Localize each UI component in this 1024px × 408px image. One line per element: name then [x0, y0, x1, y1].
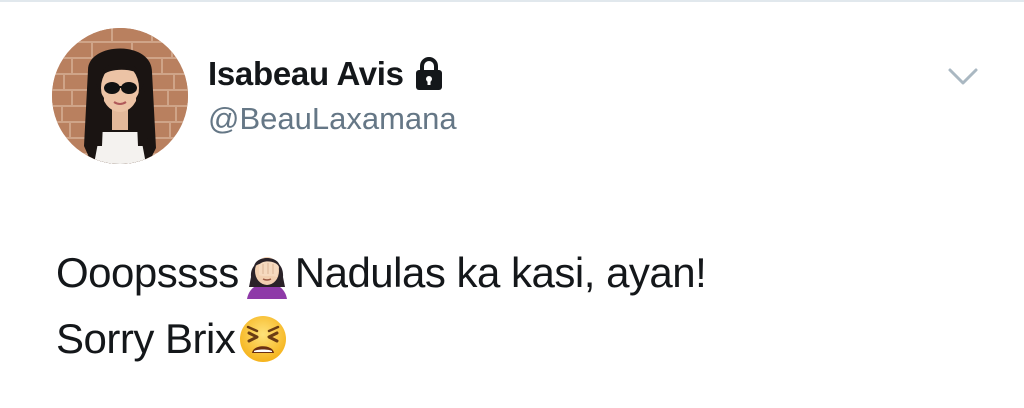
- tweet-text-segment: Nadulas ka kasi, ayan!: [294, 249, 707, 296]
- tweet-text-line: Sorry Brix: [56, 306, 996, 372]
- tweet-card: Isabeau Avis @BeauLaxamana Ooopssss Nadu…: [0, 0, 1024, 408]
- tired-face-emoji-icon: [237, 313, 289, 365]
- author-avatar[interactable]: [52, 28, 188, 164]
- tweet-text: Ooopssss Nadulas ka kasi, ayan! Sorry Br…: [56, 240, 996, 372]
- person-facepalming-emoji-icon: [241, 247, 293, 299]
- tweet-text-line: Ooopssss Nadulas ka kasi, ayan!: [56, 240, 996, 306]
- lock-icon: [414, 56, 444, 92]
- author-name-row: Isabeau Avis: [208, 52, 444, 96]
- tweet-text-segment: Ooopssss: [56, 249, 239, 296]
- avatar-photo: [52, 28, 188, 164]
- author-username[interactable]: @BeauLaxamana: [208, 101, 457, 137]
- chevron-down-icon[interactable]: [946, 62, 980, 90]
- tweet-text-segment: Sorry Brix: [56, 315, 236, 362]
- author-display-name[interactable]: Isabeau Avis: [208, 55, 404, 93]
